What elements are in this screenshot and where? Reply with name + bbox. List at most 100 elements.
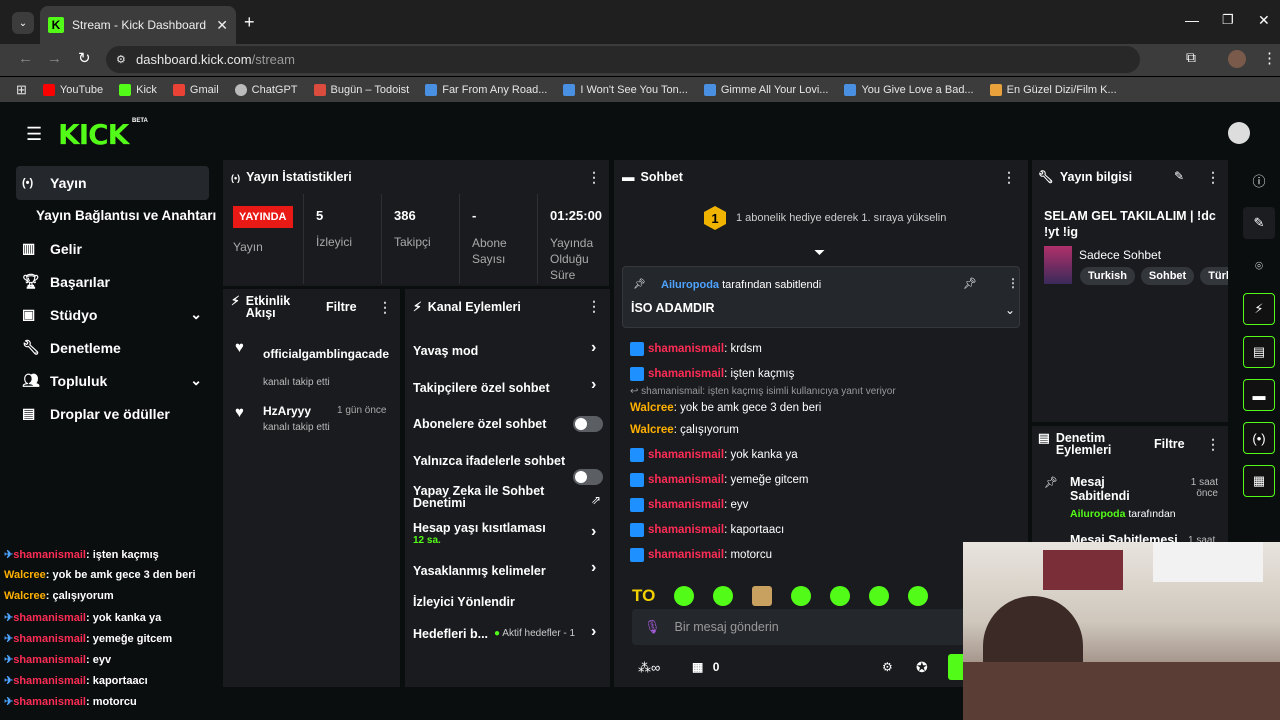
unpin-icon[interactable]: 📌︎ <box>963 277 977 290</box>
emote[interactable] <box>674 586 695 606</box>
emote[interactable] <box>713 586 734 606</box>
chevron-right-icon[interactable]: › <box>591 523 596 541</box>
chat-settings-icon[interactable]: ⚙ <box>882 660 893 674</box>
activity-menu-icon[interactable]: ⋮ <box>378 299 392 316</box>
chevron-right-icon[interactable]: › <box>591 559 596 577</box>
bookmark-kick[interactable]: Kick <box>119 83 157 96</box>
stats-menu-icon[interactable]: ⋮ <box>587 169 601 186</box>
sidebar-item-topluluk[interactable]: 👥︎ Topluluk ⌄ <box>0 364 220 397</box>
tag[interactable]: Sohbet <box>1140 267 1195 285</box>
emoji-icon[interactable]: ✪ <box>916 659 928 676</box>
reload-icon[interactable]: ↻ <box>78 49 91 67</box>
document-icon[interactable]: ▤ <box>1243 336 1275 368</box>
account-age-label[interactable]: Hesap yaşı kısıtlaması <box>413 521 546 535</box>
emote-picker-icon[interactable]: ⁂∞ <box>638 660 660 676</box>
new-tab-icon[interactable]: + <box>244 12 255 33</box>
scroll-to-pin-icon[interactable]: ⏷ <box>814 244 825 261</box>
emote[interactable] <box>869 586 890 606</box>
browser-menu-icon[interactable]: ⋮ <box>1262 49 1277 67</box>
chat-username[interactable]: shamanismail <box>648 524 724 536</box>
chat-username[interactable]: shamanismail <box>648 549 724 561</box>
mod-action-user[interactable]: Ailuropoda <box>1070 508 1125 520</box>
apps-grid-icon[interactable]: ⊞ <box>16 82 27 98</box>
maximize-icon[interactable]: ❐ <box>1222 12 1234 28</box>
bookmark-8[interactable]: You Give Love a Bad... <box>844 83 974 96</box>
external-link-icon[interactable]: ⇗ <box>591 493 601 507</box>
sidebar-item-denetleme[interactable]: 🔧︎ Denetleme <box>0 331 220 364</box>
profile-avatar[interactable] <box>1228 50 1246 68</box>
extensions-icon[interactable]: ⧉ <box>1186 49 1196 66</box>
bookmark-5[interactable]: Far From Any Road... <box>425 83 547 96</box>
chat-username[interactable]: shamanismail <box>648 343 724 355</box>
category-name[interactable]: Sadece Sohbet <box>1079 248 1161 262</box>
pinned-by-user[interactable]: Ailuropoda <box>661 279 719 291</box>
chat-username[interactable]: shamanismail <box>648 474 724 486</box>
lightning-icon[interactable]: ⚡︎ <box>1243 293 1275 325</box>
tab-search-icon[interactable]: ⌄ <box>12 12 34 34</box>
emote[interactable]: TO <box>632 586 655 606</box>
goals-label[interactable]: Hedefleri b... <box>413 627 488 641</box>
browser-tab[interactable]: K Stream - Kick Dashboard ✕ <box>40 6 236 44</box>
chevron-down-icon[interactable]: ⌄ <box>190 372 202 389</box>
event-user[interactable]: HzAryyy <box>263 404 311 418</box>
mod-actions-menu-icon[interactable]: ⋮ <box>1206 436 1220 453</box>
chevron-right-icon[interactable]: › <box>591 623 596 641</box>
emote[interactable] <box>830 586 851 606</box>
back-icon[interactable]: ← <box>18 50 33 67</box>
close-tab-icon[interactable]: ✕ <box>216 17 228 34</box>
chevron-down-icon[interactable]: ⌄ <box>1005 303 1015 317</box>
edit-pencil-icon[interactable]: ✎ <box>1243 207 1275 239</box>
bookmark-chatgpt[interactable]: ChatGPT <box>234 83 298 96</box>
chat-username[interactable]: shamanismail <box>648 499 724 511</box>
hamburger-menu-icon[interactable]: ☰ <box>26 124 42 145</box>
bookmark-youtube[interactable]: YouTube <box>42 83 103 96</box>
chevron-right-icon[interactable]: › <box>591 376 596 394</box>
emote-only-toggle[interactable] <box>573 469 603 485</box>
user-avatar[interactable] <box>1228 122 1250 144</box>
emote[interactable] <box>752 586 773 606</box>
mod-filter-button[interactable]: Filtre <box>1154 437 1185 451</box>
tag[interactable]: Türk <box>1200 267 1228 285</box>
chat-bubble-icon[interactable]: ▬ <box>1243 379 1275 411</box>
bookmark-gmail[interactable]: Gmail <box>172 83 219 96</box>
ai-moderation-label[interactable]: Yapay Zeka ile Sohbet Denetimi <box>413 485 544 510</box>
activity-filter-button[interactable]: Filtre <box>326 300 357 314</box>
chat-menu-icon[interactable]: ⋮ <box>1002 169 1016 186</box>
stream-info-menu-icon[interactable]: ⋮ <box>1206 169 1220 186</box>
sidebar-item-droplar[interactable]: ▤ Droplar ve ödüller <box>0 397 220 430</box>
chat-username[interactable]: Walcree <box>630 402 674 414</box>
chat-username[interactable]: shamanismail <box>648 449 724 461</box>
tag[interactable]: Turkish <box>1080 267 1135 285</box>
emote[interactable] <box>908 586 929 606</box>
stats-icon[interactable]: ▦ <box>1243 465 1275 497</box>
channel-points[interactable]: ▦ 0 <box>692 660 719 674</box>
forward-icon[interactable]: → <box>47 50 62 67</box>
pinned-menu-icon[interactable]: ⋮ <box>1007 276 1019 290</box>
chevron-down-icon[interactable]: ⌄ <box>190 306 202 323</box>
pinned-message-card[interactable]: 📌︎ Ailuropoda tarafından sabitlendi 📌︎ ⋮… <box>622 266 1020 328</box>
sidebar-item-yayin[interactable]: (•) Yayın <box>0 166 220 199</box>
chat-input[interactable]: 🎙︎ Bir mesaj gönderin <box>632 609 972 645</box>
sidebar-item-basarilar[interactable]: 🏆︎ Başarılar <box>0 265 220 298</box>
bookmark-9[interactable]: En Güzel Dizi/Film K... <box>989 83 1117 96</box>
gift-leaderboard-text[interactable]: 1 abonelik hediye ederek 1. sıraya yükse… <box>736 212 946 224</box>
sidebar-item-studyo[interactable]: ▣ Stüdyo ⌄ <box>0 298 220 331</box>
bookmark-todoist[interactable]: Bugün – Todoist <box>313 83 409 96</box>
sidebar-item-stream-key[interactable]: Yayın Bağlantısı ve Anahtarı <box>0 199 220 232</box>
category-thumbnail[interactable] <box>1044 246 1072 284</box>
raid-label[interactable]: İzleyici Yönlendir <box>413 595 515 609</box>
site-info-icon[interactable]: ⚙ <box>116 53 126 66</box>
info-icon[interactable]: ⓘ <box>1243 164 1275 196</box>
event-user[interactable]: officialgamblingacade <box>263 347 389 361</box>
url-field[interactable]: ⚙ dashboard.kick.com/stream <box>106 46 1140 73</box>
edit-pencil-icon[interactable]: ✎ <box>1174 169 1184 183</box>
banned-words-label[interactable]: Yasaklanmış kelimeler <box>413 564 546 578</box>
followers-only-label[interactable]: Takipçilere özel sohbet <box>413 381 550 395</box>
chat-username[interactable]: shamanismail <box>648 368 724 380</box>
bookmark-7[interactable]: Gimme All Your Lovi... <box>703 83 828 96</box>
camera-icon[interactable]: ⌾ <box>1243 250 1275 282</box>
sidebar-item-gelir[interactable]: ▥ Gelir <box>0 232 220 265</box>
emote[interactable] <box>791 586 812 606</box>
chevron-right-icon[interactable]: › <box>591 339 596 357</box>
bookmark-6[interactable]: I Won't See You Ton... <box>563 83 688 96</box>
